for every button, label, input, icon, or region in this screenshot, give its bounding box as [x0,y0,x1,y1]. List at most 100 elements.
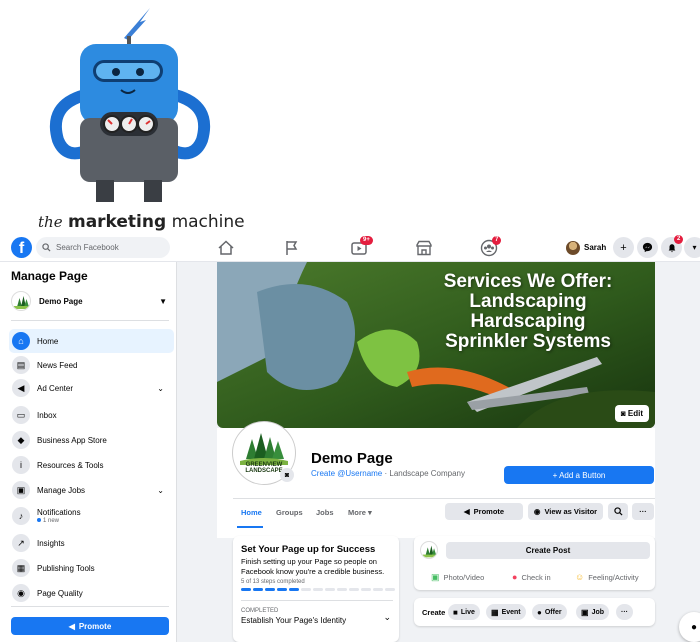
divider [241,600,393,601]
create-plus-button[interactable]: + [613,237,634,258]
create-event-chip[interactable]: ▦ Event [486,604,526,620]
notifications-text: Notifications 1 new [37,508,81,524]
edit-cover-label: Edit [627,409,643,418]
identity-step[interactable]: Establish Your Page's Identity [241,616,346,625]
progress-segment [253,588,263,591]
photo-video-action[interactable]: ▣ Photo/Video [431,572,484,583]
divider [11,606,169,607]
sidebar-item-home[interactable]: ⌂ Home [9,329,174,353]
create-username-link[interactable]: Create @Username [311,469,382,478]
search-page-button[interactable] [608,503,628,520]
caret-down-icon: ▼ [159,296,167,306]
create-post-button[interactable]: Create Post [446,542,650,559]
setup-title: Set Your Page up for Success [241,544,376,555]
sidebar-item-ad-center[interactable]: ◀ Ad Center ⌄ [9,376,174,400]
divider [11,320,169,321]
promote-label: Promote [78,621,112,631]
page-subtitle: Create @Username · Landscape Company [311,469,465,478]
setup-progress-bar [241,588,395,591]
more-options-button[interactable]: ··· [632,503,654,520]
promote-button[interactable]: ◀ Promote [445,503,523,520]
groups-badge: 7 [492,236,502,245]
cover-line-1: Services We Offer: [443,271,613,292]
facebook-logo-icon[interactable]: f [11,237,32,258]
create-offer-chip[interactable]: ● Offer [532,604,567,620]
news-feed-icon: ▤ [12,356,30,374]
progress-segment [241,588,251,591]
sidebar-promote-button[interactable]: ◀ Promote [11,617,169,635]
cover-headline: Services We Offer: Landscaping Hardscapi… [413,272,643,352]
view-as-visitor-button[interactable]: ◉ View as Visitor [528,503,603,520]
view-as-visitor-label: View as Visitor [544,507,598,516]
home-nav-icon[interactable] [216,238,236,258]
bell-icon: ♪ [12,507,30,525]
user-profile-chip[interactable]: Sarah [566,237,606,258]
event-label: Event [501,608,521,616]
sidebar-item-business-app-store[interactable]: ◆ Business App Store [9,428,174,452]
megaphone-icon: ◀ [12,379,30,397]
sidebar-item-resources-tools[interactable]: i Resources & Tools [9,453,174,477]
sidebar-item-label: Insights [37,538,65,548]
flag-nav-icon[interactable] [281,238,301,258]
sidebar-item-page-quality[interactable]: ◉ Page Quality [9,581,174,605]
search-input[interactable]: Search Facebook [36,237,170,258]
change-profile-photo-button[interactable]: ◙ [280,468,294,482]
sidebar-item-label: Publishing Tools [37,563,95,573]
chevron-down-icon[interactable]: ⌄ [383,612,391,623]
search-icon [42,243,51,252]
calendar-icon: ▦ [491,607,499,617]
manage-page-sidebar: Manage Page Demo Page ▼ ⌂ Home ▤ News Fe… [0,262,177,642]
create-live-chip[interactable]: ■ Live [448,604,480,620]
notifications-sub: 1 new [43,518,60,524]
chevron-down-icon: ⌄ [157,485,164,495]
page-switcher-name: Demo Page [39,296,83,306]
tab-more[interactable]: More ▾ [348,508,372,517]
check-in-action[interactable]: ● Check in [512,572,551,582]
marketing-machine-logo: the marketing machine co. [0,0,260,252]
publishing-icon: ▦ [12,559,30,577]
sidebar-item-insights[interactable]: ↗ Insights [9,531,174,555]
tag-icon: ● [537,607,542,617]
profile-header: GREENVIEW LANDSCAPE ◙ Demo Page Create @… [217,422,655,538]
top-navigation-bar: f Search Facebook 9+ 7 Sarah + 2 ▾ [0,234,700,262]
sidebar-title: Manage Page [11,269,88,283]
progress-segment [361,588,371,591]
user-name: Sarah [584,243,607,252]
sidebar-item-publishing-tools[interactable]: ▦ Publishing Tools [9,556,174,580]
notifications-count: 1 new [37,518,81,524]
chevron-down-icon: ⌄ [157,383,164,393]
video-icon: ■ [453,607,458,617]
create-more-chip[interactable]: ··· [616,604,633,620]
inbox-icon: ▭ [12,406,30,424]
feeling-activity-action[interactable]: ☺ Feeling/Activity [575,572,639,582]
sidebar-item-manage-jobs[interactable]: ▣ Manage Jobs ⌄ [9,478,174,502]
progress-segment [277,588,287,591]
create-label: Create [422,608,446,617]
add-a-button[interactable]: + Add a Button [504,466,654,484]
progress-segment [301,588,311,591]
marketplace-nav-icon[interactable] [414,238,434,258]
check-in-label: Check in [521,572,551,582]
divider [233,498,655,499]
eye-icon: ◉ [533,507,541,516]
tab-groups[interactable]: Groups [276,508,303,517]
account-menu-button[interactable]: ▾ [684,237,700,258]
sidebar-item-news-feed[interactable]: ▤ News Feed [9,353,174,377]
sidebar-item-label: Page Quality [37,588,83,598]
sidebar-item-inbox[interactable]: ▭ Inbox [9,403,174,427]
offer-label: Offer [544,608,562,616]
photo-icon: ▣ [431,572,440,582]
page-category: Landscape Company [389,469,465,478]
cube-icon: ◆ [12,431,30,449]
messenger-button[interactable] [637,237,658,258]
tab-jobs[interactable]: Jobs [316,508,334,517]
completed-label: COMPLETED [241,608,279,614]
smiley-icon: ☺ [575,572,585,582]
edit-cover-button[interactable]: ◙ Edit [614,405,649,422]
progress-segment [325,588,335,591]
bell-icon [668,243,675,252]
create-job-chip[interactable]: ▣ Job [576,604,610,620]
page-switcher[interactable]: Demo Page ▼ [11,290,171,312]
sidebar-item-notifications[interactable]: ♪ Notifications 1 new [9,504,174,528]
tab-home[interactable]: Home [241,508,262,517]
